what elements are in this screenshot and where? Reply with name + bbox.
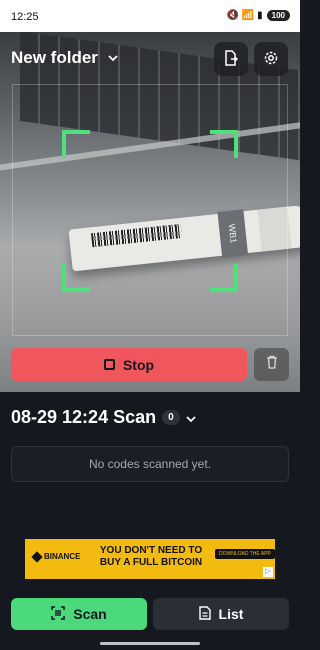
- tab-scan-label: Scan: [73, 606, 107, 622]
- scan-count-badge: 0: [162, 410, 180, 425]
- binance-logo-icon: [31, 550, 43, 563]
- export-button[interactable]: [214, 42, 248, 76]
- folder-selector[interactable]: New folder: [11, 48, 118, 68]
- export-file-icon: [224, 49, 239, 69]
- home-indicator[interactable]: [100, 642, 200, 645]
- ad-headline: YOU DON'T NEED TO BUY A FULL BITCOIN: [99, 545, 203, 568]
- battery-icon: 100: [266, 10, 290, 21]
- gear-icon: [264, 51, 278, 68]
- ad-info-icon[interactable]: ▷: [263, 567, 273, 577]
- status-icons: 🔇 📶 ▮ 100: [227, 10, 290, 21]
- tab-list[interactable]: List: [153, 598, 289, 630]
- folder-name: New folder: [11, 48, 98, 67]
- empty-state: No codes scanned yet.: [11, 446, 289, 482]
- stop-button[interactable]: Stop: [11, 348, 247, 381]
- empty-state-text: No codes scanned yet.: [88, 457, 212, 471]
- tab-scan[interactable]: Scan: [11, 598, 147, 630]
- status-time: 12:25: [11, 11, 39, 23]
- scan-target-window: [62, 130, 238, 292]
- status-bar: 12:25 🔇 📶 ▮ 100: [0, 0, 300, 32]
- list-icon: [198, 605, 211, 623]
- session-title: 08-29 12:24 Scan: [11, 407, 157, 427]
- scan-icon: [51, 605, 66, 623]
- scan-corner-bottom-right: [210, 264, 238, 292]
- chevron-down-icon: [108, 51, 118, 65]
- stop-label: Stop: [122, 356, 155, 373]
- tab-list-label: List: [218, 606, 244, 622]
- scan-corner-top-left: [62, 130, 90, 158]
- ad-brand-text: BINANCE: [44, 552, 81, 561]
- settings-button[interactable]: [254, 42, 288, 76]
- scan-corner-top-right: [210, 130, 238, 158]
- ad-cta-button[interactable]: DOWNLOAD THE APP: [215, 549, 275, 559]
- trash-icon: [266, 355, 278, 374]
- session-selector[interactable]: 08-29 12:24 Scan 0: [11, 407, 196, 428]
- status-indicators-icon: 🔇 📶 ▮: [226, 10, 263, 21]
- scan-corner-bottom-left: [62, 264, 90, 292]
- chevron-down-icon: [186, 407, 196, 428]
- ad-brand: BINANCE: [31, 550, 81, 563]
- ad-banner[interactable]: BINANCE YOU DON'T NEED TO BUY A FULL BIT…: [25, 539, 275, 579]
- stop-icon: [103, 359, 115, 370]
- delete-button[interactable]: [254, 348, 289, 381]
